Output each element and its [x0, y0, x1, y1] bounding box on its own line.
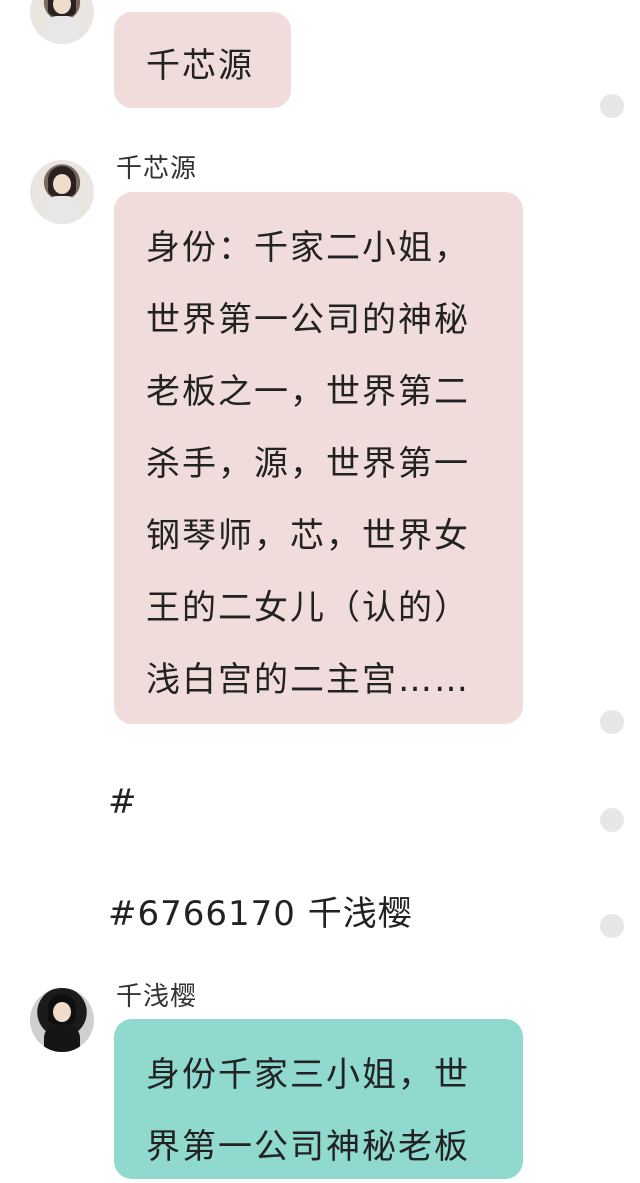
message-bubble-2[interactable]: 身份：千家二小姐， 世界第一公司的神秘 老板之一，世界第二 杀手，源，世界第一 … [114, 192, 523, 724]
message-line: 王的二女儿（认的） [146, 588, 470, 628]
avatar-face [53, 174, 71, 194]
message-line: 界第一公司神秘老板 [146, 1127, 470, 1167]
sender-name: 千浅樱 [116, 982, 198, 1012]
message-text-hash[interactable]: # [108, 782, 138, 822]
sender-name: 千芯源 [116, 154, 198, 184]
avatar-qianxinyuan-top[interactable] [30, 0, 94, 44]
message-line: 浅白宫的二主宫…… [146, 660, 470, 700]
avatar-qianxinyuan[interactable] [30, 160, 94, 224]
message-line: 钢琴师，芯，世界女 [146, 516, 470, 556]
message-line: 杀手，源，世界第一 [146, 444, 470, 484]
message-bubble-1[interactable]: 千芯源 [114, 12, 291, 108]
message-bubble-5[interactable]: 身份千家三小姐，世 界第一公司神秘老板 [114, 1019, 523, 1179]
avatar-body [44, 196, 80, 224]
message-line: 老板之一，世界第二 [146, 372, 470, 412]
avatar-face [53, 1002, 71, 1022]
avatar-body [44, 1024, 80, 1052]
status-dot-icon [600, 710, 624, 734]
message-text: 千芯源 [146, 46, 254, 86]
message-line: 身份：千家二小姐， [146, 228, 470, 268]
avatar-qianqianying[interactable] [30, 988, 94, 1052]
message-text-id[interactable]: #6766170 千浅樱 [108, 886, 413, 935]
message-line: 世界第一公司的神秘 [146, 300, 470, 340]
avatar-body [44, 16, 80, 44]
status-dot-icon [600, 808, 624, 832]
status-dot-icon [600, 94, 624, 118]
message-line: 身份千家三小姐，世 [146, 1055, 470, 1095]
status-dot-icon [600, 914, 624, 938]
